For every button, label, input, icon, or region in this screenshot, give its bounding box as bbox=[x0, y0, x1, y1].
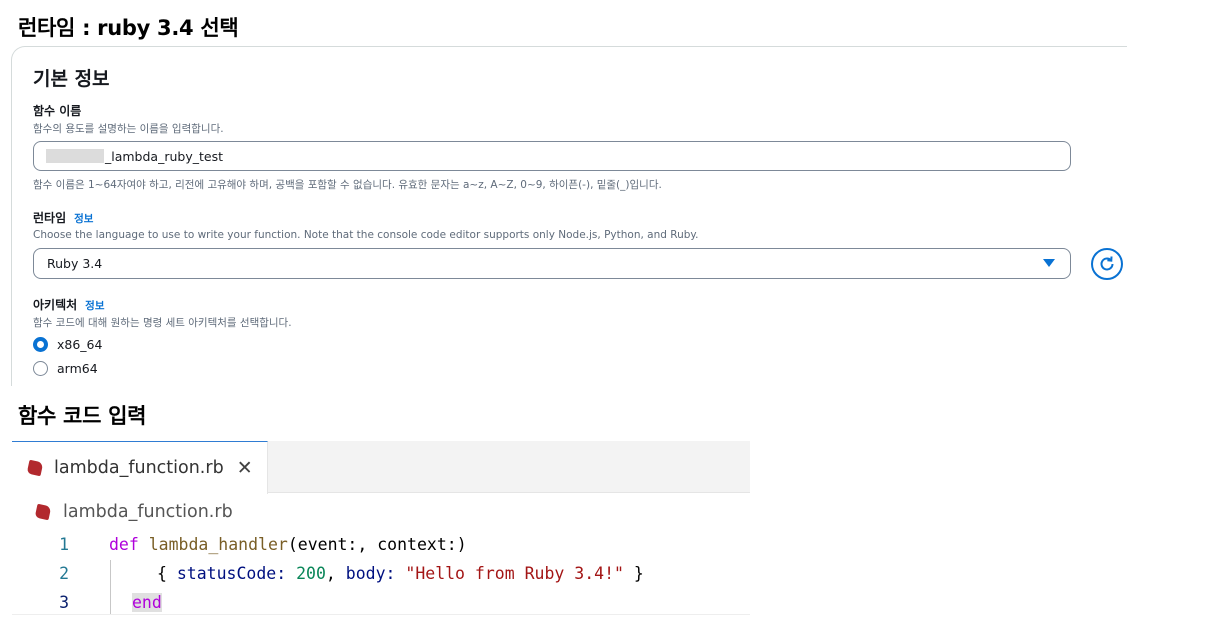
line-number: 1 bbox=[59, 535, 69, 554]
line-source: def lambda_handler(event:, context:) bbox=[109, 535, 467, 554]
code-editor[interactable]: 1 def lambda_handler(event:, context:) 2… bbox=[12, 530, 750, 620]
line-number: 2 bbox=[59, 564, 69, 583]
code-line: 1 def lambda_handler(event:, context:) bbox=[12, 530, 750, 559]
function-name-constraint: 함수 이름은 1~64자여야 하고, 리전에 고유해야 하며, 공백을 포함할 … bbox=[33, 179, 662, 191]
function-name-input[interactable]: _lambda_ruby_test bbox=[33, 141, 1071, 171]
breadcrumb-file: lambda_function.rb bbox=[63, 502, 233, 522]
runtime-description: Choose the language to use to write your… bbox=[33, 229, 699, 241]
tab-label: lambda_function.rb bbox=[54, 458, 224, 478]
function-name-description: 함수의 용도를 설명하는 이름을 입력합니다. bbox=[33, 123, 224, 135]
basic-info-panel: 기본 정보 함수 이름 함수의 용도를 설명하는 이름을 입력합니다. _lam… bbox=[11, 46, 1127, 386]
redacted-prefix bbox=[46, 149, 104, 163]
runtime-label: 런타임 정보 bbox=[33, 209, 93, 226]
runtime-info-link[interactable]: 정보 bbox=[74, 213, 93, 225]
function-name-value: _lambda_ruby_test bbox=[105, 148, 223, 164]
close-icon[interactable]: ✕ bbox=[237, 457, 253, 479]
line-source: { statusCode: 200, body: "Hello from Rub… bbox=[157, 564, 644, 583]
ruby-file-icon bbox=[34, 503, 52, 521]
radio-unselected-icon bbox=[33, 361, 48, 376]
radio-x86-64-label: x86_64 bbox=[57, 337, 103, 352]
code-line: 2 { statusCode: 200, body: "Hello from R… bbox=[12, 559, 750, 588]
tab-lambda-function[interactable]: lambda_function.rb ✕ bbox=[12, 441, 268, 494]
function-name-label: 함수 이름 bbox=[33, 104, 82, 118]
caret-down-icon bbox=[1043, 259, 1055, 267]
breadcrumb[interactable]: lambda_function.rb bbox=[34, 502, 233, 522]
refresh-button[interactable] bbox=[1091, 248, 1123, 280]
refresh-icon bbox=[1100, 256, 1114, 271]
panel-title: 기본 정보 bbox=[33, 68, 110, 90]
code-input-heading: 함수 코드 입력 bbox=[18, 404, 147, 428]
runtime-select[interactable]: Ruby 3.4 bbox=[33, 248, 1071, 279]
architecture-label: 아키텍처 정보 bbox=[33, 296, 105, 313]
radio-arm64[interactable]: arm64 bbox=[33, 361, 98, 376]
architecture-description: 함수 코드에 대해 원하는 명령 세트 아키텍처를 선택합니다. bbox=[33, 317, 292, 329]
code-line: 3 end bbox=[12, 588, 750, 617]
ruby-file-icon bbox=[26, 459, 44, 477]
line-number: 3 bbox=[59, 593, 69, 612]
architecture-label-text: 아키텍처 bbox=[33, 298, 78, 312]
indent-guide bbox=[110, 560, 111, 614]
runtime-select-heading: 런타임 : ruby 3.4 선택 bbox=[18, 16, 239, 40]
line-source: end bbox=[132, 593, 162, 612]
radio-arm64-label: arm64 bbox=[57, 361, 98, 376]
runtime-label-text: 런타임 bbox=[33, 211, 67, 225]
editor-bottom-border bbox=[12, 614, 750, 615]
radio-selected-icon bbox=[33, 337, 48, 352]
architecture-info-link[interactable]: 정보 bbox=[85, 300, 104, 312]
runtime-selected-value: Ruby 3.4 bbox=[47, 256, 103, 271]
editor-tab-bar: lambda_function.rb ✕ bbox=[12, 441, 750, 494]
radio-x86-64[interactable]: x86_64 bbox=[33, 337, 102, 352]
